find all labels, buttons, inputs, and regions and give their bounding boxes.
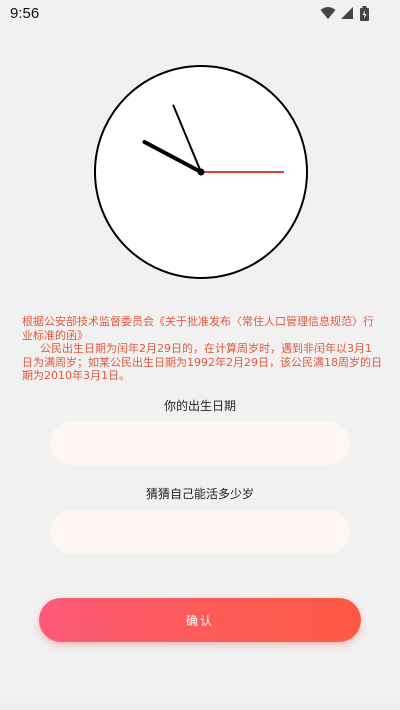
notice-body: 公民出生日期为闰年2月29日的，在计算周岁时，遇到非闰年以3月1日为满周岁；如某… xyxy=(22,342,382,382)
confirm-button[interactable]: 确认 xyxy=(39,598,361,642)
status-time: 9:56 xyxy=(10,5,40,22)
navigation-bar xyxy=(0,703,400,710)
birth-date-input[interactable] xyxy=(50,421,350,465)
cellular-signal-icon xyxy=(341,7,353,19)
life-guess-label: 猜猜自己能活多少岁 xyxy=(145,487,254,501)
status-bar: 9:56 xyxy=(0,0,400,28)
leap-year-notice: 根据公安部技术监督委员会《关于批准发布〈常住人口管理信息规范〉行业标准的函》 公… xyxy=(22,315,382,383)
life-guess-input[interactable] xyxy=(50,510,350,554)
birth-date-label: 你的出生日期 xyxy=(163,399,236,413)
wifi-icon xyxy=(320,7,336,19)
clock-center-dot xyxy=(197,168,205,176)
notice-title: 根据公安部技术监督委员会《关于批准发布〈常住人口管理信息规范〉行业标准的函》 xyxy=(22,315,374,342)
battery-icon xyxy=(360,6,369,21)
analog-clock xyxy=(94,65,308,279)
